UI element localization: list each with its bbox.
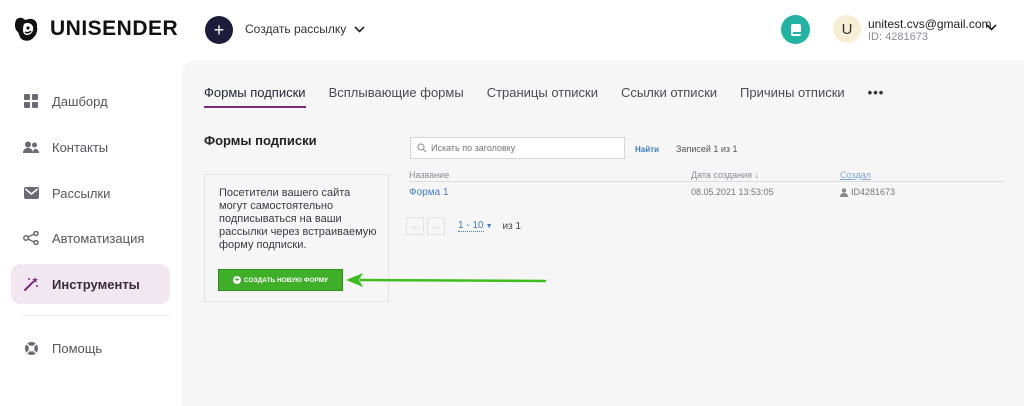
logo-text: UNISENDER [50,17,179,40]
create-new-form-button[interactable]: + СОЗДАТЬ НОВУЮ ФОРМУ [218,269,343,291]
creator-id: ID4281673 [851,187,896,197]
tabs: Формы подписки Всплывающие формы Страниц… [204,85,884,108]
book-icon [790,23,801,36]
sidebar-item-label: Дашборд [52,93,108,109]
sidebar-item-tools[interactable]: Инструменты [11,264,170,304]
automation-icon [23,230,39,246]
sidebar-item-help[interactable]: Помощь [11,328,170,368]
tab-subscription-forms[interactable]: Формы подписки [204,85,306,108]
more-tabs-button[interactable]: ••• [868,85,885,108]
prev-page-button[interactable]: ← [406,217,424,235]
user-icon [840,187,848,197]
dashboard-icon [23,93,39,109]
chevron-down-icon [354,25,365,33]
mail-icon [23,185,39,201]
plus-circle-icon: + [232,275,241,284]
find-button[interactable]: Найти [635,145,659,154]
create-campaign-dropdown[interactable]: Создать рассылку [245,22,365,36]
create-new-form-label: СОЗДАТЬ НОВУЮ ФОРМУ [243,276,329,284]
contacts-icon [23,139,39,155]
arrow-right-icon: → [431,220,441,232]
sidebar-divider [22,315,170,316]
search-field[interactable] [410,137,625,159]
sidebar-item-dashboard[interactable]: Дашборд [11,81,170,121]
sidebar-item-label: Рассылки [52,185,111,201]
tab-unsubscribe-pages[interactable]: Страницы отписки [487,85,598,108]
plus-icon: + [213,20,225,40]
sidebar-item-campaigns[interactable]: Рассылки [11,173,170,213]
chevron-down-icon[interactable] [986,24,997,31]
column-header-created-date[interactable]: Дата создания ↓ [691,170,759,180]
sidebar-item-automation[interactable]: Автоматизация [11,218,170,258]
tab-unsubscribe-links[interactable]: Ссылки отписки [621,85,717,108]
records-count: Записей 1 из 1 [676,144,738,154]
sidebar-item-label: Контакты [52,139,109,155]
create-campaign-label: Создать рассылку [245,22,347,36]
column-header-creator[interactable]: Создал [840,170,871,180]
form-creator: ID4281673 [840,187,895,197]
caret-down-icon[interactable]: ▼ [486,223,493,230]
column-header-name[interactable]: Название [409,170,449,180]
knowledge-base-button[interactable] [781,15,810,44]
tab-popup-forms[interactable]: Всплывающие формы [329,85,464,108]
form-name-link[interactable]: Форма 1 [409,187,449,198]
page-size-select[interactable]: 1 - 10 [458,220,484,232]
user-email[interactable]: unitest.cvs@gmail.com [868,17,992,31]
user-id: ID: 4281673 [868,31,928,43]
pagination: ← → 1 - 10 ▼ из 1 [406,217,521,235]
main-content: Формы подписки Всплывающие формы Страниц… [182,60,1024,406]
sidebar-item-label: Автоматизация [52,230,145,246]
tab-unsubscribe-reasons[interactable]: Причины отписки [740,85,845,108]
help-lifebuoy-icon [23,340,39,356]
page-count: из 1 [502,220,522,232]
arrow-left-icon: ← [410,220,420,232]
logo[interactable]: UNISENDER [12,14,178,44]
search-input[interactable] [431,143,621,153]
annotation-arrow-icon [346,273,547,287]
top-header: UNISENDER + Создать рассылку U unitest.c… [0,0,1024,60]
next-page-button[interactable]: → [427,217,445,235]
sidebar-item-label: Помощь [52,340,103,356]
forms-table: Название Дата создания ↓ Создал Форма 1 … [409,162,1004,202]
form-created-date: 08.05.2021 13:53:05 [691,187,774,197]
magic-wand-icon [23,276,39,292]
create-campaign-button[interactable]: + [205,16,233,44]
sidebar-item-label: Инструменты [52,276,140,292]
avatar[interactable]: U [833,15,861,43]
sidebar-item-contacts[interactable]: Контакты [11,127,170,167]
info-text: Посетители вашего сайта могут самостояте… [219,187,377,251]
search-icon [417,143,427,153]
table-header-row: Название Дата создания ↓ Создал [409,162,1004,182]
sidebar: Дашборд Контакты Рассылки Автоматизация … [0,60,182,406]
table-row: Форма 1 08.05.2021 13:53:05 ID4281673 [409,182,1004,202]
page-title: Формы подписки [204,133,317,148]
dog-logo-icon [14,17,38,41]
